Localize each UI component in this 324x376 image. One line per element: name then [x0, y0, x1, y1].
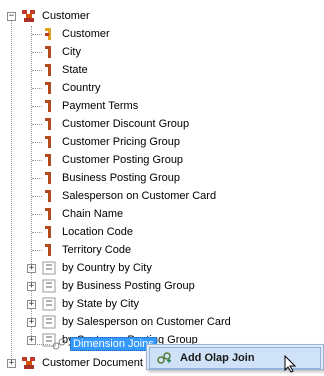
attribute-icon [41, 44, 57, 60]
menu-item-label: Add Olap Join [180, 352, 255, 364]
tree-node-label: Location Code [62, 226, 133, 238]
tree-node-label: by State by City [62, 298, 140, 310]
tree-node-label: by Salesperson on Customer Card [62, 316, 231, 328]
tree-node-label: Salesperson on Customer Card [62, 190, 217, 202]
tree-node-label: State [62, 64, 88, 76]
tree-item-customer-posting-group[interactable]: Customer Posting Group [41, 151, 185, 169]
hierarchy-icon [41, 314, 57, 330]
mouse-cursor-icon [284, 354, 298, 373]
expand-toggle[interactable]: + [27, 318, 36, 327]
expand-toggle[interactable]: + [7, 359, 16, 368]
tree-item-state[interactable]: State [41, 61, 90, 79]
dimension-tree: − Customer Customer City State Country P… [0, 0, 324, 374]
tree-node-label: Chain Name [62, 208, 124, 220]
tree-root-customer[interactable]: Customer [21, 7, 92, 25]
attribute-icon [41, 98, 57, 114]
attribute-icon [41, 188, 57, 204]
dimension-icon [21, 355, 37, 371]
tree-node-label: Customer Discount Group [62, 118, 190, 130]
tree-node-label: Territory Code [62, 244, 132, 256]
tree-node-label-selected: Dimension Joins [70, 337, 157, 351]
tree-item-customer-key[interactable]: Customer [41, 25, 112, 43]
hierarchy-icon [41, 296, 57, 312]
expand-toggle[interactable]: + [27, 264, 36, 273]
tree-item-territory-code[interactable]: Territory Code [41, 241, 133, 259]
attribute-icon [41, 224, 57, 240]
attribute-icon [41, 62, 57, 78]
attribute-icon [41, 152, 57, 168]
tree-node-label: City [62, 46, 81, 58]
tree-item-payment-terms[interactable]: Payment Terms [41, 97, 140, 115]
tree-item-country[interactable]: Country [41, 79, 103, 97]
tree-item-customer-discount-group[interactable]: Customer Discount Group [41, 115, 191, 133]
tree-node-label: by Business Posting Group [62, 280, 195, 292]
tree-node-label: Customer [42, 10, 90, 22]
expand-toggle[interactable]: + [27, 282, 36, 291]
tree-hierarchy-state-city[interactable]: by State by City [41, 295, 141, 313]
add-join-icon [156, 351, 172, 365]
tree-item-business-posting-group[interactable]: Business Posting Group [41, 169, 182, 187]
tree-item-chain-name[interactable]: Chain Name [41, 205, 125, 223]
expand-toggle[interactable]: + [27, 300, 36, 309]
attribute-icon [41, 116, 57, 132]
tree-root-customer-document[interactable]: Customer Document [21, 354, 145, 372]
tree-hierarchy-country-city[interactable]: by Country by City [41, 259, 154, 277]
dimension-icon [21, 8, 37, 24]
attribute-icon [41, 80, 57, 96]
tree-hierarchy-business-posting[interactable]: by Business Posting Group [41, 277, 197, 295]
tree-node-label: Customer [62, 28, 110, 40]
attribute-icon [41, 242, 57, 258]
tree-item-location-code[interactable]: Location Code [41, 223, 135, 241]
tree-line [11, 18, 12, 360]
attribute-icon [41, 206, 57, 222]
key-icon [41, 26, 57, 42]
tree-item-city[interactable]: City [41, 43, 83, 61]
attribute-icon [41, 170, 57, 186]
tree-hierarchy-salesperson[interactable]: by Salesperson on Customer Card [41, 313, 233, 331]
attribute-icon [41, 134, 57, 150]
collapse-toggle[interactable]: − [7, 12, 16, 21]
hierarchy-icon [41, 260, 57, 276]
join-icon [51, 336, 67, 352]
tree-node-label: Business Posting Group [62, 172, 181, 184]
tree-node-label: Customer Posting Group [62, 154, 184, 166]
hierarchy-icon [41, 278, 57, 294]
tree-line [32, 344, 50, 345]
tree-line [31, 26, 32, 344]
tree-item-salesperson[interactable]: Salesperson on Customer Card [41, 187, 218, 205]
tree-node-label: by Country by City [62, 262, 152, 274]
tree-node-label: Customer Pricing Group [62, 136, 180, 148]
tree-node-label: Payment Terms [62, 100, 139, 112]
tree-node-label: Customer Document [42, 357, 143, 369]
tree-item-dimension-joins[interactable]: Dimension Joins [51, 335, 157, 353]
tree-node-label: Country [62, 82, 101, 94]
tree-item-customer-pricing-group[interactable]: Customer Pricing Group [41, 133, 182, 151]
